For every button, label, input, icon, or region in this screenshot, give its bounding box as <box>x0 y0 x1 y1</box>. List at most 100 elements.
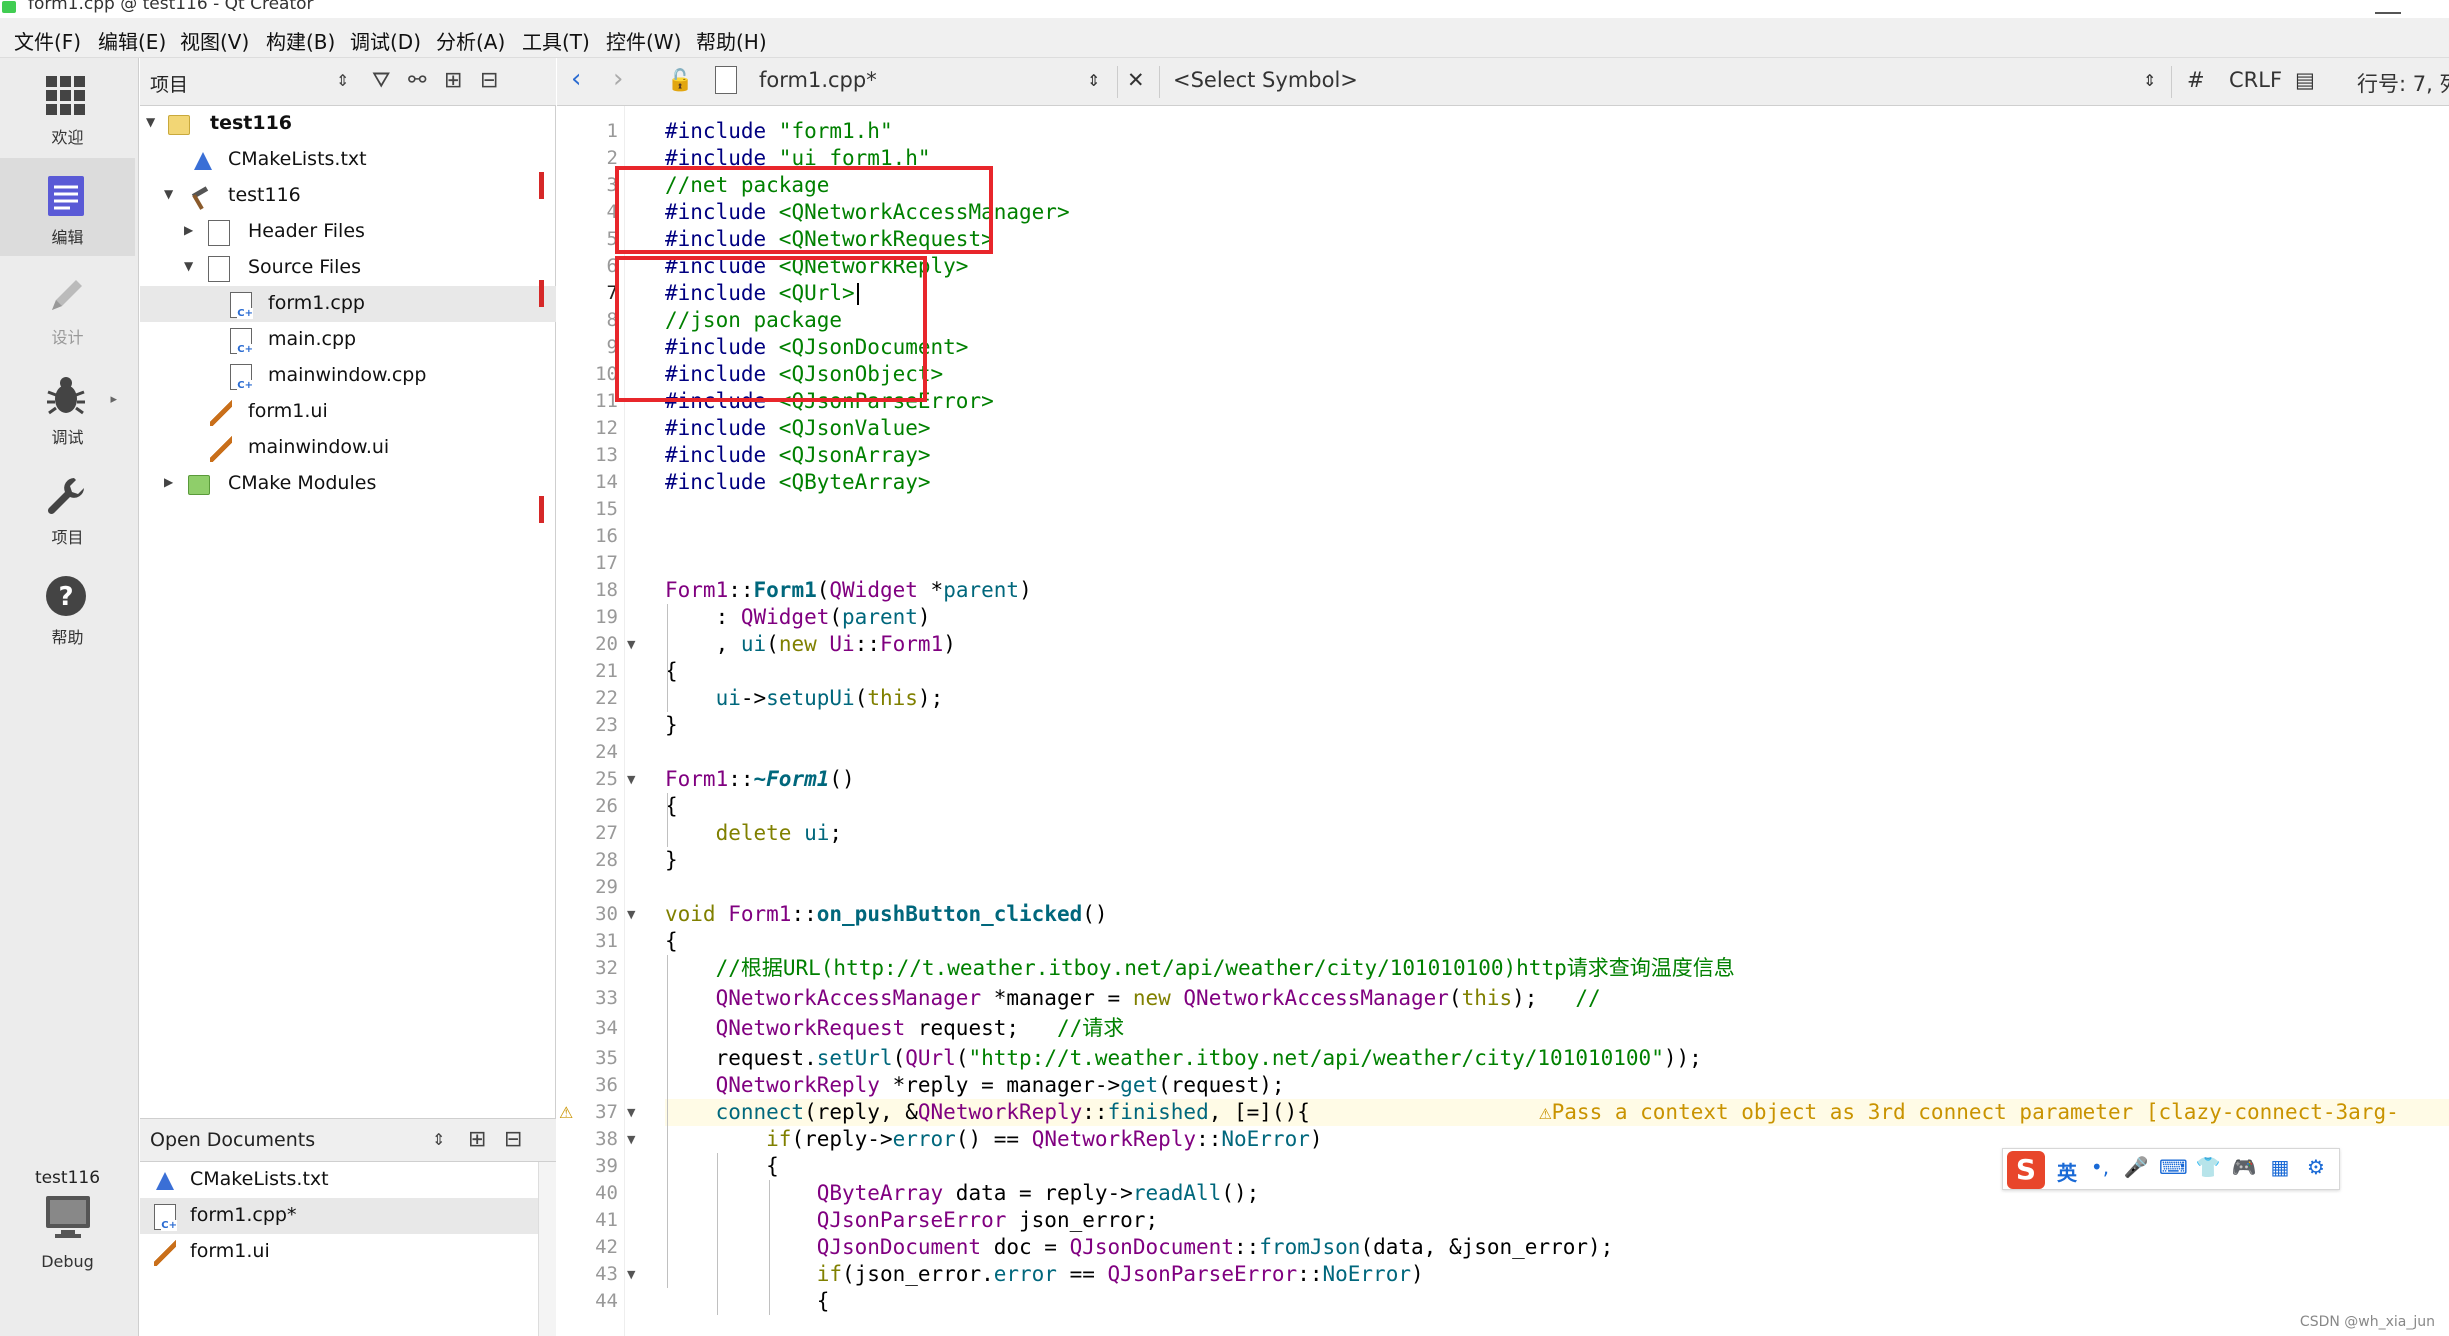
fold-arrow-icon[interactable]: ▼ <box>627 901 641 928</box>
code-line[interactable]: if(reply->error() == QNetworkReply::NoEr… <box>665 1126 1322 1153</box>
code-line[interactable]: connect(reply, &QNetworkReply::finished,… <box>665 1099 1310 1126</box>
menu-debug[interactable]: 调试(D) <box>350 26 421 55</box>
menu-analyze[interactable]: 分析(A) <box>436 26 505 55</box>
menu-edit[interactable]: 编辑(E) <box>98 26 166 55</box>
apps-icon[interactable]: ▦ <box>2267 1155 2293 1181</box>
code-line[interactable]: QNetworkAccessManager *manager = new QNe… <box>665 985 1601 1012</box>
tree-item[interactable]: mainwindow.ui <box>140 430 556 466</box>
close-document-icon[interactable]: ✕ <box>1127 68 1145 92</box>
code-line[interactable]: if(json_error.error == QJsonParseError::… <box>665 1261 1424 1288</box>
tree-item[interactable]: CMakeLists.txt <box>140 142 556 178</box>
back-arrow-icon[interactable]: ‹ <box>571 64 581 94</box>
updown-icon[interactable]: ⇕ <box>2143 71 2156 90</box>
code-line[interactable]: : QWidget(parent) <box>665 604 931 631</box>
filter-icon[interactable]: ⛛ <box>372 68 390 94</box>
hash-button[interactable]: # <box>2187 68 2205 92</box>
code-line[interactable]: #include "form1.h" <box>665 118 893 145</box>
symbol-selector[interactable]: <Select Symbol> <box>1173 68 1358 92</box>
kit-selector[interactable]: test116 Debug <box>0 1168 135 1271</box>
tree-item[interactable]: ▶ CMake Modules <box>140 466 556 502</box>
menu-help[interactable]: 帮助(H) <box>696 26 767 55</box>
separator <box>1159 66 1160 98</box>
split-icon[interactable]: ⊞ <box>444 68 462 94</box>
code-line[interactable]: { <box>665 1288 830 1315</box>
menu-controls[interactable]: 控件(W) <box>606 26 681 55</box>
document-outline-icon[interactable]: ▤ <box>2295 68 2315 92</box>
link-icon[interactable]: ⚯ <box>408 68 426 94</box>
fold-arrow-icon[interactable]: ▼ <box>627 631 641 658</box>
tree-item[interactable]: main.cpp <box>140 322 556 358</box>
code-line[interactable]: QJsonParseError json_error; <box>665 1207 1158 1234</box>
code-line[interactable]: Form1::~Form1() <box>665 766 855 793</box>
code-line[interactable]: delete ui; <box>665 820 842 847</box>
split-icon[interactable]: ⊞ <box>468 1127 486 1152</box>
code-line[interactable]: QNetworkRequest request; //请求 <box>665 1015 1125 1042</box>
close-pane-icon[interactable]: ⊟ <box>480 68 498 94</box>
skin-icon[interactable]: 👕 <box>2195 1155 2221 1181</box>
tree-item[interactable]: ▼ test116 <box>140 106 556 142</box>
code-line[interactable]: } <box>665 712 678 739</box>
indent-guide <box>667 604 668 712</box>
menu-view[interactable]: 视图(V) <box>180 26 249 55</box>
fold-arrow-icon[interactable]: ▼ <box>627 1126 641 1153</box>
code-line[interactable]: Form1::Form1(QWidget *parent) <box>665 577 1032 604</box>
warning-icon[interactable]: ⚠ <box>559 1099 573 1126</box>
tree-item[interactable]: form1.cpp <box>140 286 556 322</box>
open-documents-scrollbar[interactable] <box>538 1162 556 1336</box>
updown-icon[interactable]: ⇕ <box>336 68 349 94</box>
mode-design[interactable]: 设计 <box>0 258 135 356</box>
code-line[interactable]: { <box>665 928 678 955</box>
mode-help[interactable]: ? 帮助 <box>0 558 135 656</box>
game-icon[interactable]: 🎮 <box>2231 1155 2257 1181</box>
settings-icon[interactable]: ⚙ <box>2303 1155 2329 1181</box>
fold-arrow-icon[interactable]: ▼ <box>627 1099 641 1126</box>
code-line[interactable]: void Form1::on_pushButton_clicked() <box>665 901 1108 928</box>
mode-edit[interactable]: 编辑 <box>0 158 135 256</box>
minimize-button[interactable] <box>2375 0 2401 14</box>
code-line[interactable]: , ui(new Ui::Form1) <box>665 631 956 658</box>
code-line[interactable]: ui->setupUi(this); <box>665 685 944 712</box>
fold-arrow-icon[interactable]: ▼ <box>627 1261 641 1288</box>
microphone-icon[interactable]: 🎤 <box>2123 1155 2149 1181</box>
code-line[interactable]: { <box>665 1153 779 1180</box>
tree-item[interactable]: ▼ test116 <box>140 178 556 214</box>
close-pane-icon[interactable]: ⊟ <box>504 1127 522 1152</box>
tree-item[interactable]: ▶ Header Files <box>140 214 556 250</box>
mode-debug[interactable]: ▸ 调试 <box>0 358 135 456</box>
code-line[interactable]: //根据URL(http://t.weather.itboy.net/api/w… <box>665 955 1735 982</box>
tree-item-label: test116 <box>210 112 293 134</box>
fold-arrow-icon[interactable]: ▼ <box>627 766 641 793</box>
code-line[interactable]: request.setUrl(QUrl("http://t.weather.it… <box>665 1045 1702 1072</box>
code-line[interactable]: QByteArray data = reply->readAll(); <box>665 1180 1260 1207</box>
open-document-item[interactable]: CMakeLists.txt <box>140 1162 538 1198</box>
ime-language[interactable]: 英 <box>2057 1157 2077 1186</box>
forward-arrow-icon[interactable]: › <box>613 64 623 94</box>
tree-item-label: mainwindow.ui <box>248 436 390 458</box>
tree-item[interactable]: ▼ Source Files <box>140 250 556 286</box>
tree-item[interactable]: mainwindow.cpp <box>140 358 556 394</box>
open-document-item[interactable]: form1.cpp* <box>140 1198 538 1234</box>
code-line[interactable]: QNetworkReply *reply = manager->get(requ… <box>665 1072 1285 1099</box>
open-document-item[interactable]: form1.ui <box>140 1234 538 1270</box>
ime-toolbar[interactable]: S 英 •, 🎤 ⌨ 👕 🎮 ▦ ⚙ <box>2002 1148 2340 1190</box>
menu-build[interactable]: 构建(B) <box>266 26 335 55</box>
current-file[interactable]: form1.cpp* <box>759 68 877 92</box>
punctuation-icon[interactable]: •, <box>2087 1155 2113 1181</box>
lock-icon: 🔓 <box>667 68 694 92</box>
mode-welcome[interactable]: 欢迎 <box>0 58 135 156</box>
updown-icon[interactable]: ⇕ <box>432 1130 445 1149</box>
menu-file[interactable]: 文件(F) <box>14 26 81 55</box>
keyboard-icon[interactable]: ⌨ <box>2159 1155 2188 1181</box>
mode-projects[interactable]: 项目 <box>0 458 135 556</box>
wrench-icon <box>47 478 84 515</box>
code-line[interactable]: #include <QByteArray> <box>665 469 931 496</box>
code-line[interactable]: } <box>665 847 678 874</box>
code-line[interactable]: #include <QJsonValue> <box>665 415 931 442</box>
tree-item[interactable]: form1.ui <box>140 394 556 430</box>
cursor-position[interactable]: 行号: 7, 列号 <box>2357 68 2449 98</box>
code-line[interactable]: #include <QJsonArray> <box>665 442 931 469</box>
line-ending[interactable]: CRLF <box>2229 68 2282 92</box>
code-line[interactable]: QJsonDocument doc = QJsonDocument::fromJ… <box>665 1234 1614 1261</box>
updown-icon[interactable]: ⇕ <box>1087 71 1100 90</box>
menu-tools[interactable]: 工具(T) <box>522 26 590 55</box>
